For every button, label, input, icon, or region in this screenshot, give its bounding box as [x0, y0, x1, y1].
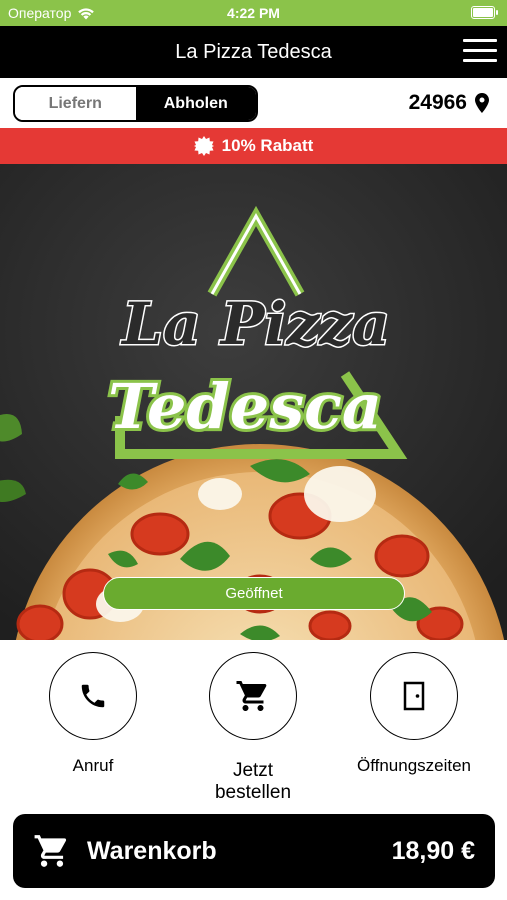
cart-total: 18,90 € — [391, 837, 475, 865]
call-label: Anruf — [72, 756, 114, 775]
deliver-option[interactable]: Liefern — [15, 87, 136, 120]
discount-badge-icon — [193, 136, 214, 156]
open-status-button[interactable]: Geöffnet — [103, 577, 405, 610]
hero-image: La Pizza Tedesca — [0, 164, 507, 640]
logo-text-line1: La Pizza — [120, 290, 390, 358]
pickup-option[interactable]: Abholen — [135, 87, 256, 120]
call-button[interactable] — [49, 652, 137, 740]
cart-button[interactable]: Warenkorb 18,90 € — [13, 814, 495, 888]
shopping-cart-icon — [34, 835, 67, 867]
logo-text-line2: Tedesca — [108, 370, 382, 443]
call-action[interactable]: Anruf — [33, 652, 153, 776]
cart-label: Warenkorb — [87, 837, 217, 865]
location-pin-icon — [475, 93, 489, 113]
order-now-button[interactable] — [209, 652, 297, 740]
status-time: 4:22 PM — [227, 5, 280, 21]
battery-icon — [471, 6, 498, 19]
discount-text: 10% Rabatt — [221, 136, 314, 155]
discount-banner[interactable]: 10% Rabatt — [0, 128, 507, 164]
phone-icon — [81, 684, 105, 708]
order-now-action[interactable]: Jetzt bestellen — [193, 652, 313, 804]
postal-code: 24966 — [408, 91, 467, 114]
status-bar: Оператор 4:22 PM — [0, 0, 507, 26]
door-icon — [403, 681, 425, 711]
hamburger-menu-icon[interactable] — [463, 39, 497, 65]
opening-hours-action[interactable]: Öffnungszeiten — [354, 652, 474, 776]
page-title: La Pizza Tedesca — [175, 41, 332, 63]
hero-banner: La Pizza Tedesca — [0, 164, 507, 640]
order-now-label: Jetzt bestellen — [214, 760, 292, 803]
order-mode-toggle: Liefern Abholen — [13, 85, 258, 122]
app-header: La Pizza Tedesca — [0, 26, 507, 78]
opening-hours-button[interactable] — [370, 652, 458, 740]
cart-icon — [236, 681, 267, 711]
location-selector[interactable]: 24966 — [409, 91, 489, 115]
opening-hours-label: Öffnungszeiten — [356, 756, 472, 775]
